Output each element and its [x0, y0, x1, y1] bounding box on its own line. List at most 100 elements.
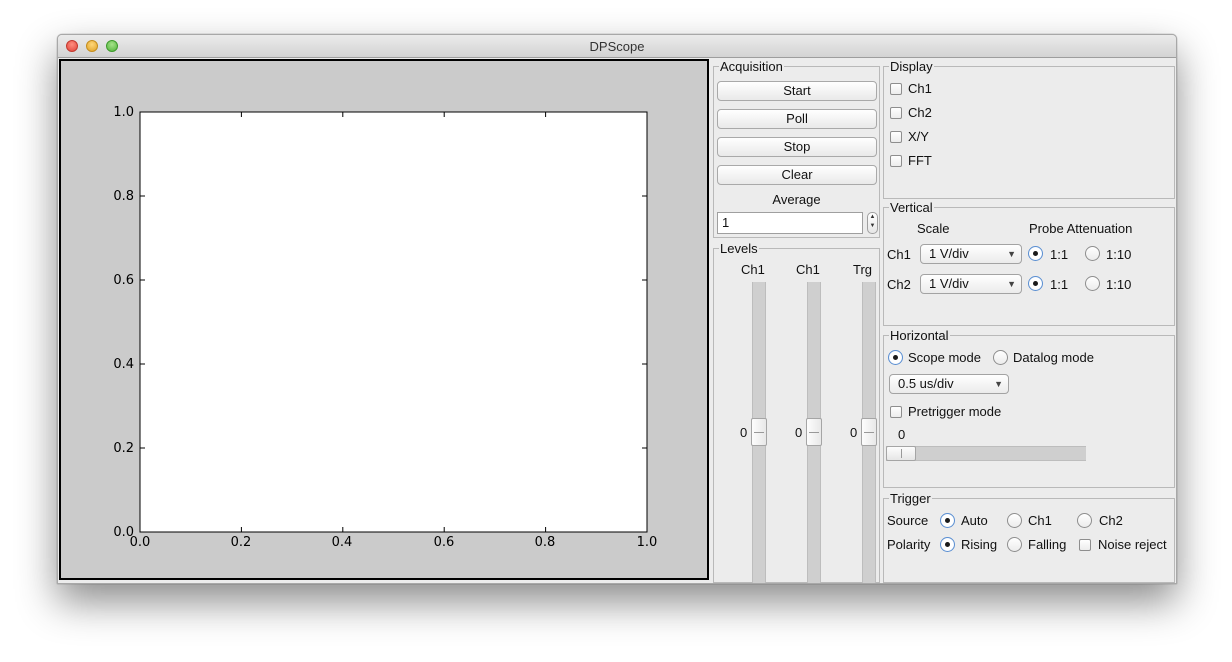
- stop-button[interactable]: Stop: [717, 137, 877, 157]
- trigger-polarity-label: Polarity: [887, 537, 931, 552]
- ch1-scale-select[interactable]: 1 V/div ▼: [920, 244, 1022, 264]
- x-tick-label: 1.0: [637, 535, 658, 550]
- ch1-attenuation-1-1-radio[interactable]: [1028, 246, 1043, 261]
- window-title: DPScope: [589, 39, 645, 54]
- trigger-source-ch2-radio[interactable]: [1077, 513, 1092, 528]
- polarity-falling-label: Falling: [1028, 537, 1067, 552]
- clear-button[interactable]: Clear: [717, 165, 877, 185]
- level-trg-value: 0: [850, 425, 858, 440]
- x-tick-label: 0.0: [130, 535, 151, 550]
- display-ch1-checkbox[interactable]: [890, 83, 902, 95]
- ch1-scale-value: 1 V/div: [929, 246, 969, 261]
- trigger-title: Trigger: [889, 491, 932, 506]
- level-ch1-value: 0: [740, 425, 748, 440]
- level-ch1b-thumb[interactable]: [806, 418, 822, 446]
- ch2-attenuation-1-1-radio[interactable]: [1028, 276, 1043, 291]
- scope-mode-label: Scope mode: [908, 350, 981, 365]
- display-fft-label: FFT: [908, 153, 932, 168]
- ch2-scale-select[interactable]: 1 V/div ▼: [920, 274, 1022, 294]
- x-tick-label: 0.8: [535, 535, 556, 550]
- display-fft-checkbox[interactable]: [890, 155, 902, 167]
- y-tick-label: 0.6: [113, 273, 134, 288]
- scope-mode-radio[interactable]: [888, 350, 903, 365]
- trigger-source-ch1-radio[interactable]: [1007, 513, 1022, 528]
- ch2-attenuation-1-10-radio[interactable]: [1085, 276, 1100, 291]
- probe-attenuation-header: Probe Attenuation: [1029, 221, 1133, 236]
- y-tick-label: 0.2: [113, 441, 134, 456]
- chevron-down-icon: ▼: [1007, 279, 1016, 289]
- acquisition-title: Acquisition: [719, 59, 784, 74]
- levels-title: Levels: [719, 241, 759, 256]
- polarity-falling-radio[interactable]: [1007, 537, 1022, 552]
- y-tick-label: 0.8: [113, 189, 134, 204]
- level-trg-slider[interactable]: [861, 282, 877, 583]
- pretrigger-slider[interactable]: [886, 446, 1086, 461]
- display-group: Display Ch1 Ch2 X/Y FFT: [883, 59, 1175, 199]
- chevron-down-icon: ▼: [1007, 249, 1016, 259]
- average-stepper[interactable]: ▲ ▼: [867, 212, 878, 234]
- ch2-scale-value: 1 V/div: [929, 276, 969, 291]
- scale-header: Scale: [917, 221, 950, 236]
- plot-axes-frame: [139, 111, 648, 533]
- vertical-title: Vertical: [889, 200, 934, 215]
- datalog-mode-radio[interactable]: [993, 350, 1008, 365]
- ch1-attenuation-1-10-radio[interactable]: [1085, 246, 1100, 261]
- level-ch1b-value: 0: [795, 425, 803, 440]
- scope-plot: 0.0 0.2 0.4 0.6 0.8 1.0 0.0 0.2 0.4 0.6 …: [59, 59, 709, 580]
- level-trg-thumb[interactable]: [861, 418, 877, 446]
- display-xy-label: X/Y: [908, 129, 929, 144]
- average-input[interactable]: 1: [717, 212, 863, 234]
- trigger-source-auto-label: Auto: [961, 513, 988, 528]
- pretrigger-mode-label: Pretrigger mode: [908, 404, 1002, 419]
- vertical-group: Vertical Scale Probe Attenuation Ch1 1 V…: [883, 200, 1175, 326]
- datalog-mode-label: Datalog mode: [1013, 350, 1094, 365]
- horizontal-title: Horizontal: [889, 328, 950, 343]
- level-ch1b-label: Ch1: [796, 262, 820, 277]
- ch2-attenuation-1-10-label: 1:10: [1106, 277, 1132, 292]
- x-tick-label: 0.4: [332, 535, 353, 550]
- ch1-attenuation-1-1-label: 1:1: [1050, 247, 1069, 262]
- timebase-select[interactable]: 0.5 us/div ▼: [889, 374, 1009, 394]
- y-axis-ticks: 0.0 0.2 0.4 0.6 0.8 1.0: [113, 105, 134, 540]
- start-button[interactable]: Start: [717, 81, 877, 101]
- display-ch1-label: Ch1: [908, 81, 932, 96]
- trigger-source-auto-radio[interactable]: [940, 513, 955, 528]
- display-title: Display: [889, 59, 934, 74]
- ch1-attenuation-1-10-label: 1:10: [1106, 247, 1132, 262]
- levels-group: Levels Ch1 Ch1 Trg 0 0 0: [713, 241, 880, 583]
- x-tick-label: 0.6: [434, 535, 455, 550]
- display-ch2-label: Ch2: [908, 105, 932, 120]
- display-xy-checkbox[interactable]: [890, 131, 902, 143]
- noise-reject-checkbox[interactable]: [1079, 539, 1091, 551]
- title-bar: DPScope: [58, 35, 1176, 58]
- level-ch1-slider[interactable]: [751, 282, 767, 583]
- x-axis-ticks: 0.0 0.2 0.4 0.6 0.8 1.0: [130, 535, 658, 550]
- level-trg-label: Trg: [853, 262, 873, 277]
- pretrigger-mode-checkbox[interactable]: [890, 406, 902, 418]
- level-ch1-thumb[interactable]: [751, 418, 767, 446]
- trigger-source-ch2-label: Ch2: [1099, 513, 1123, 528]
- pretrigger-slider-thumb[interactable]: [886, 446, 916, 461]
- trigger-group: Trigger Source Auto Ch1 Ch2 Polarity Ris…: [883, 491, 1175, 583]
- polarity-rising-radio[interactable]: [940, 537, 955, 552]
- y-tick-label: 1.0: [113, 105, 134, 120]
- level-ch1-label: Ch1: [741, 262, 765, 277]
- poll-button[interactable]: Poll: [717, 109, 877, 129]
- chevron-down-icon: ▼: [994, 379, 1003, 389]
- polarity-rising-label: Rising: [961, 537, 998, 552]
- noise-reject-label: Noise reject: [1098, 537, 1167, 552]
- plot-axes-svg: 0.0 0.2 0.4 0.6 0.8 1.0 0.0 0.2 0.4 0.6 …: [113, 105, 658, 550]
- acquisition-group: Acquisition Start Poll Stop Clear Averag…: [713, 59, 880, 238]
- trigger-source-label: Source: [887, 513, 929, 528]
- x-tick-label: 0.2: [231, 535, 252, 550]
- trigger-source-ch1-label: Ch1: [1028, 513, 1052, 528]
- timebase-value: 0.5 us/div: [898, 376, 954, 391]
- pretrigger-value: 0: [898, 427, 906, 442]
- level-ch1b-slider[interactable]: [806, 282, 822, 583]
- y-tick-label: 0.4: [113, 357, 134, 372]
- vertical-ch1-label: Ch1: [887, 247, 911, 262]
- vertical-ch2-label: Ch2: [887, 277, 911, 292]
- display-ch2-checkbox[interactable]: [890, 107, 902, 119]
- average-label: Average: [772, 192, 821, 207]
- horizontal-group: Horizontal Scope mode Datalog mode 0.5 u…: [883, 328, 1175, 488]
